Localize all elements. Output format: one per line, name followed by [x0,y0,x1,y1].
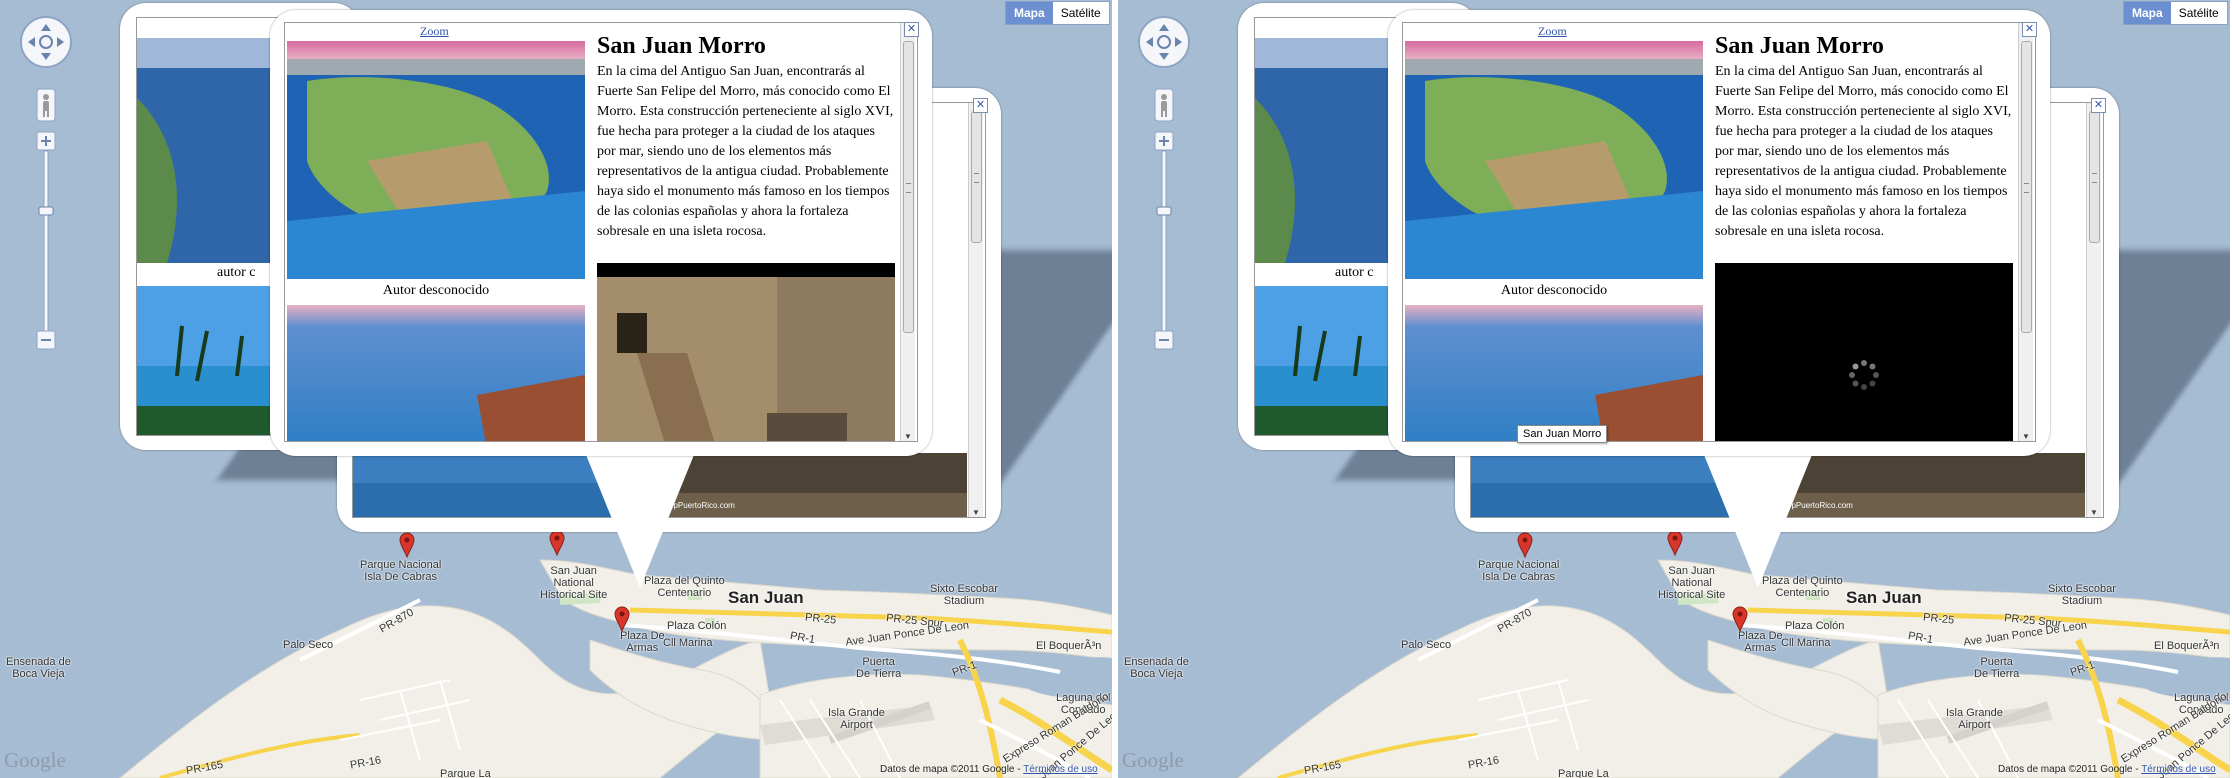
map-type-satellite-button[interactable]: Satélite [1053,2,1109,24]
map-label-palo-seco: Palo Seco [283,639,334,651]
map-marker-icon[interactable] [1667,530,1683,556]
map-label-plaza-colon: Plaza Colón [667,620,727,632]
close-icon[interactable]: ✕ [904,22,919,37]
photo-caption: Autor desconocido [1500,283,1608,298]
map-label-sixto: Sixto Escobar Stadium [2048,583,2116,607]
map-type-satellite-button[interactable]: Satélite [2171,2,2227,24]
info-window-tail [1698,440,1818,588]
map-label-parque-nacional: Parque Nacional Isla De Cabras [360,559,442,583]
close-icon[interactable]: ✕ [973,98,988,113]
map-label-boqueron: El BoquerÃ³n [1036,640,1102,652]
map-marker-icon[interactable] [549,530,565,556]
map-type-map-button[interactable]: Mapa [2124,2,2171,24]
copyright-text: Datos de mapa ©2011 Google - [880,764,1024,775]
info-window: Zoom Autor desconocido San Juan Morro En… [270,10,932,456]
info-window: Zoom Autor desconocido San Juan Morro En… [1388,10,2050,456]
close-icon[interactable]: ✕ [2022,22,2037,37]
pan-control[interactable] [1137,15,1191,69]
beach-photo[interactable] [1405,305,1703,441]
map-label-boqueron: El BoquerÃ³n [2154,640,2220,652]
map-marker-icon[interactable] [614,606,630,632]
map-view-right[interactable]: Parque Nacional Isla De Cabras San Juan … [1118,0,2230,778]
close-icon[interactable]: ✕ [2091,98,2106,113]
zoom-slider[interactable] [1154,131,1174,351]
video-player[interactable] [1715,263,2013,441]
popup-title: San Juan Morro [1715,33,1884,59]
popup-description: En la cima del Antiguo San Juan, encontr… [597,64,894,239]
zoom-link[interactable]: Zoom [1538,24,1567,39]
morro-aerial-photo[interactable] [287,41,585,279]
map-label-plaza-colon: Plaza Colón [1785,620,1845,632]
map-type-control[interactable]: Mapa Satélite [2123,1,2228,25]
map-marker-icon[interactable] [1732,606,1748,632]
info-window-scrollbar[interactable]: ▲ ▼ [900,23,915,441]
map-label-sixto: Sixto Escobar Stadium [930,583,998,607]
video-player[interactable] [597,263,895,441]
map-label-palo-seco: Palo Seco [1401,639,1452,651]
beach-photo[interactable] [287,305,585,441]
map-marker-icon[interactable] [399,532,415,558]
map-label-isla-grande: Isla Grande Airport [1946,707,2003,731]
loading-spinner-icon [1849,360,1879,390]
map-label-puerta: Puerta De Tierra [1974,656,2020,680]
map-label-parque-la: Parque La [440,768,491,778]
info-window-scrollbar[interactable]: ▼ [2086,103,2101,517]
zoom-link[interactable]: Zoom [420,24,449,39]
map-label-san-juan: San Juan [728,588,804,607]
morro-aerial-photo[interactable] [1405,41,1703,279]
map-type-control[interactable]: Mapa Satélite [1005,1,1110,25]
pegman-icon[interactable] [36,88,56,122]
map-label-marina: Cll Marina [663,637,713,649]
map-label-marina: Cll Marina [1781,637,1831,649]
zoom-slider[interactable] [36,131,56,351]
photo-caption: Autor desconocido [382,283,490,298]
map-marker-icon[interactable] [1517,532,1533,558]
map-label-parque-nacional: Parque Nacional Isla De Cabras [1478,559,1560,583]
copyright-text: Datos de mapa ©2011 Google - [1998,764,2142,775]
info-window-scrollbar[interactable]: ▲ ▼ [2018,23,2033,441]
terms-link[interactable]: Términos de uso [1023,764,1097,775]
map-label-plaza-armas: Plaza De Armas [1738,630,1783,654]
map-label-plaza-armas: Plaza De Armas [620,630,665,654]
map-label-ensenada: Ensenada de Boca Vieja [1124,656,1189,680]
pan-control[interactable] [19,15,73,69]
map-label-ensenada: Ensenada de Boca Vieja [6,656,71,680]
google-logo[interactable]: Google [1122,748,1184,773]
info-window-tail [580,440,700,588]
map-copyright: Datos de mapa ©2011 Google - Términos de… [1998,764,2216,775]
info-window-scrollbar[interactable]: ▼ [968,103,983,517]
marker-tooltip: San Juan Morro [1517,425,1608,443]
popup-description: En la cima del Antiguo San Juan, encontr… [1715,64,2012,239]
map-label-parque-la: Parque La [1558,768,1609,778]
map-label-puerta: Puerta De Tierra [856,656,902,680]
map-type-map-button[interactable]: Mapa [1006,2,1053,24]
popup-title: San Juan Morro [597,33,766,59]
map-label-san-juan: San Juan [1846,588,1922,607]
google-logo[interactable]: Google [4,748,66,773]
map-label-isla-grande: Isla Grande Airport [828,707,885,731]
map-view-left[interactable]: Parque Nacional Isla De Cabras San Juan … [0,0,1112,778]
map-copyright: Datos de mapa ©2011 Google - Términos de… [880,764,1098,775]
pegman-icon[interactable] [1154,88,1174,122]
terms-link[interactable]: Términos de uso [2141,764,2215,775]
